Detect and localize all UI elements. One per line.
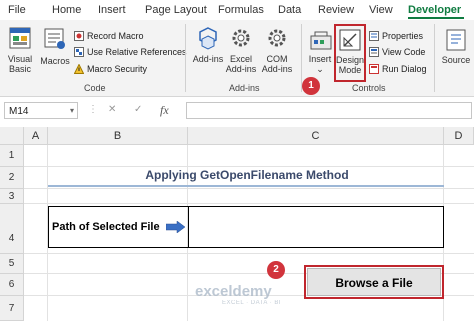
result-table: Path of Selected File <box>48 206 444 248</box>
select-all-corner[interactable] <box>0 127 24 145</box>
watermark-logo: exceldemy <box>195 283 272 300</box>
tab-view[interactable]: View <box>369 4 393 16</box>
visual-basic-button[interactable] <box>8 26 34 52</box>
ribbon-tabs: File Home Insert Page Layout Formulas Da… <box>0 0 474 20</box>
insert-controls-button[interactable] <box>309 28 333 52</box>
name-box[interactable]: M14 <box>4 102 78 119</box>
column-header-c[interactable]: C <box>188 127 444 145</box>
right-arrow-icon <box>166 221 186 233</box>
design-mode-icon <box>339 29 361 51</box>
row-header-3[interactable]: 3 <box>0 189 24 204</box>
relative-references-icon <box>74 47 84 57</box>
properties-icon <box>369 31 379 41</box>
design-mode-button[interactable] <box>338 28 362 52</box>
record-macro-button[interactable]: Record Macro <box>74 30 144 42</box>
controls-group-label: Controls <box>352 83 386 93</box>
row-header-5[interactable]: 5 <box>0 254 24 274</box>
use-relative-references-label: Use Relative References <box>87 47 187 57</box>
row-header-1[interactable]: 1 <box>0 145 24 167</box>
run-dialog-label: Run Dialog <box>382 64 427 74</box>
code-group-label: Code <box>84 83 106 93</box>
gridline <box>24 203 474 204</box>
chevron-down-icon: ⌄ <box>316 64 324 74</box>
row-header-4[interactable]: 4 <box>0 204 24 254</box>
properties-button[interactable]: Properties <box>369 30 423 42</box>
ribbon: Visual Basic Macros Record Macro Use Rel… <box>0 20 474 97</box>
formula-controls: ⋮ ✕ ✓ fx <box>84 102 182 119</box>
source-icon <box>446 29 466 51</box>
use-relative-references-button[interactable]: Use Relative References <box>74 46 187 58</box>
gear-icon <box>232 29 250 47</box>
column-header-b[interactable]: B <box>48 127 188 145</box>
source-button[interactable] <box>444 28 468 52</box>
macro-security-button[interactable]: Macro Security <box>74 63 147 75</box>
table-divider <box>188 207 189 247</box>
tab-insert[interactable]: Insert <box>98 4 126 16</box>
path-label: Path of Selected File <box>52 221 160 233</box>
run-dialog-button[interactable]: Run Dialog <box>369 63 427 75</box>
com-addins-label: COM Add-ins <box>261 54 293 74</box>
sheet-title: Applying GetOpenFilename Method <box>145 168 349 182</box>
addins-button[interactable] <box>196 26 220 52</box>
tab-data[interactable]: Data <box>278 4 301 16</box>
tab-developer[interactable]: Developer <box>408 4 461 16</box>
visual-basic-label: Visual Basic <box>7 54 33 74</box>
insert-label: Insert <box>308 54 332 64</box>
record-macro-label: Record Macro <box>87 31 144 41</box>
warning-icon <box>74 64 84 74</box>
ribbon-separator <box>434 24 435 92</box>
tab-file[interactable]: File <box>8 4 26 16</box>
row-header-2[interactable]: 2 <box>0 167 24 189</box>
toolbox-icon <box>310 31 332 50</box>
gear-icon <box>268 29 286 47</box>
macros-button[interactable] <box>42 26 68 52</box>
record-macro-icon <box>74 31 84 41</box>
more-options-icon[interactable]: ⋮ <box>88 104 98 115</box>
tab-page-layout[interactable]: Page Layout <box>145 4 207 16</box>
macros-label: Macros <box>40 56 70 66</box>
row-header-6[interactable]: 6 <box>0 274 24 296</box>
macro-security-label: Macro Security <box>87 64 148 74</box>
gridline <box>24 166 474 167</box>
tab-review[interactable]: Review <box>318 4 354 16</box>
source-label: Source <box>441 55 471 65</box>
enter-icon[interactable]: ✓ <box>134 104 142 115</box>
watermark-tagline: EXCEL · DATA · BI <box>222 300 282 306</box>
excel-addins-button[interactable] <box>229 26 253 52</box>
design-mode-label: Design Mode <box>335 55 364 75</box>
properties-label: Properties <box>382 31 424 41</box>
view-code-icon <box>369 47 379 57</box>
run-dialog-icon <box>369 64 379 74</box>
ribbon-separator <box>185 24 186 92</box>
addins-icon <box>199 27 217 50</box>
insert-function-icon[interactable]: fx <box>160 103 169 118</box>
name-box-dropdown-icon[interactable]: ▾ <box>70 106 74 115</box>
view-code-label: View Code <box>382 47 426 57</box>
addins-group-label: Add-ins <box>229 83 260 93</box>
callout-badge-1: 1 <box>302 77 320 95</box>
column-header-a[interactable]: A <box>24 127 48 145</box>
column-header-d[interactable]: D <box>444 127 474 145</box>
addins-label: Add-ins <box>192 54 224 64</box>
excel-addins-label: Excel Add-ins <box>225 54 257 74</box>
tab-home[interactable]: Home <box>52 4 81 16</box>
view-code-button[interactable]: View Code <box>369 46 425 58</box>
active-tab-indicator <box>408 17 464 19</box>
macros-icon <box>44 28 65 49</box>
gridline <box>24 188 474 189</box>
gridline <box>24 253 474 254</box>
callout-badge-2: 2 <box>267 261 285 279</box>
com-addins-button[interactable] <box>265 26 289 52</box>
browse-file-button[interactable]: Browse a File <box>307 268 441 296</box>
formula-input[interactable] <box>186 102 472 119</box>
title-underline <box>48 185 444 187</box>
formula-bar: M14 ▾ ⋮ ✕ ✓ fx <box>0 100 474 122</box>
row-header-7[interactable]: 7 <box>0 296 24 321</box>
cancel-icon[interactable]: ✕ <box>108 104 116 115</box>
tab-formulas[interactable]: Formulas <box>218 4 264 16</box>
visual-basic-icon <box>9 27 31 49</box>
